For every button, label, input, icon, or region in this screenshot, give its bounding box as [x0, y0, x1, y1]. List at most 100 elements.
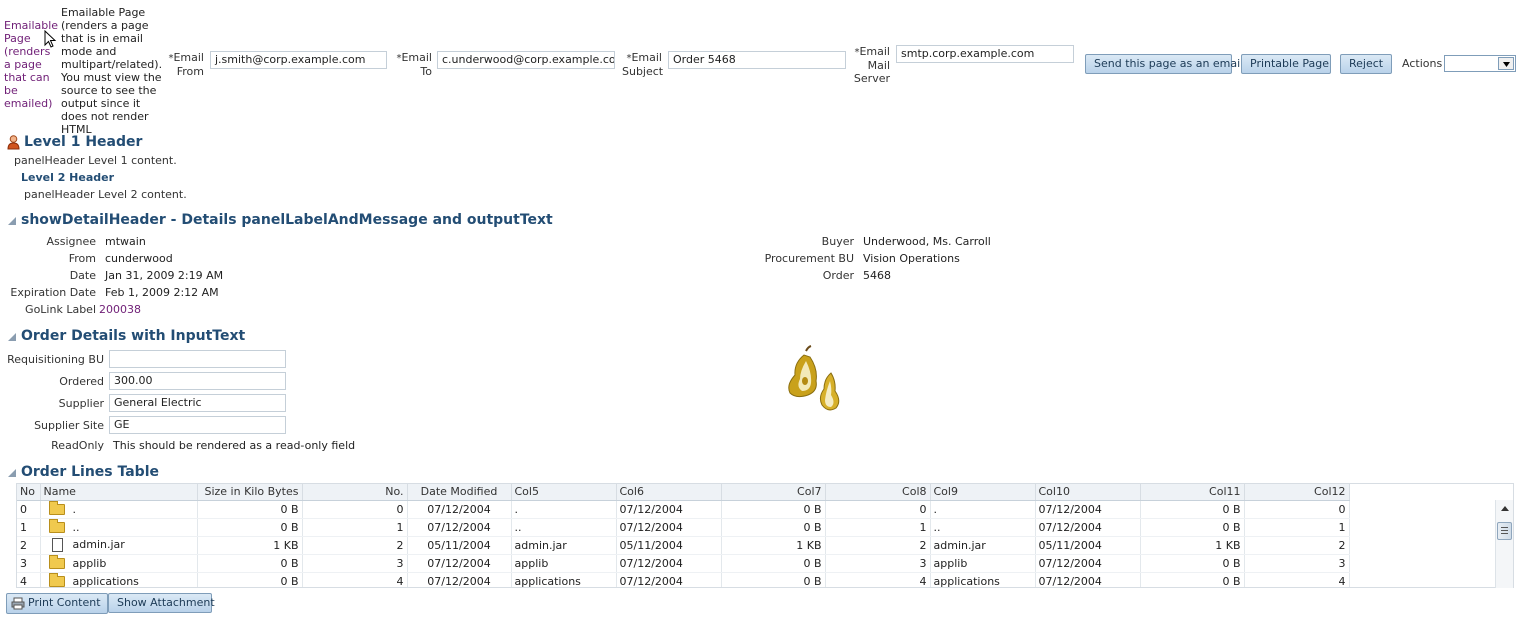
table-cell: 0 — [825, 500, 931, 519]
disclosure-triangle-icon[interactable] — [8, 217, 16, 225]
readonly-value: This should be rendered as a read-only f… — [113, 439, 356, 452]
column-header[interactable]: Col10 — [1035, 484, 1141, 501]
show-attachment-button[interactable]: Show Attachment — [108, 593, 215, 613]
column-header[interactable]: Col12 — [1244, 484, 1350, 501]
chevron-down-icon[interactable] — [1498, 57, 1514, 70]
assignee-value: mtwain — [105, 235, 146, 248]
email-server-label: *Email Mail Server — [853, 45, 890, 85]
column-header[interactable]: Col5 — [511, 484, 617, 501]
file-name: applications — [72, 574, 139, 588]
table-row[interactable]: 3 applib 0 B 3 07/12/2004 applib 07/12/2004 0 B… — [17, 554, 1350, 573]
table-cell: .. — [930, 518, 1036, 537]
date-value: Jan 31, 2009 2:19 AM — [105, 269, 224, 282]
table-cell: applib — [511, 554, 617, 573]
scroll-up-arrow-icon[interactable] — [1500, 504, 1510, 512]
table-cell: 07/12/2004 — [1035, 518, 1141, 537]
table-cell: 0 B — [721, 500, 826, 519]
table-cell: 05/11/2004 — [616, 536, 722, 555]
requisitioning-bu-label: Requisitioning BU — [7, 353, 104, 366]
supplier-site-field[interactable]: GE — [109, 416, 286, 434]
file-name: .. — [72, 520, 80, 534]
scroll-thumb[interactable] — [1497, 522, 1512, 540]
ordered-field[interactable]: 300.00 — [109, 372, 286, 390]
table-cell: 07/12/2004 — [616, 572, 722, 587]
order-lines-title[interactable]: Order Lines Table — [21, 464, 159, 480]
table-cell: 0 B — [197, 518, 303, 537]
table-cell: 3 — [825, 554, 931, 573]
actions-select[interactable] — [1444, 55, 1516, 72]
table-cell: 3 — [302, 554, 408, 573]
email-server-field[interactable]: smtp.corp.example.com — [896, 45, 1074, 63]
email-subject-label: *Email Subject — [622, 51, 664, 78]
folder-icon — [48, 573, 65, 587]
disclosure-triangle-icon[interactable] — [8, 333, 16, 341]
level2-content: panelHeader Level 2 content. — [24, 188, 187, 201]
expiration-date-value: Feb 1, 2009 2:12 AM — [105, 286, 219, 299]
procurement-bu-label: Procurement BU — [764, 252, 854, 265]
column-header[interactable]: No — [17, 484, 41, 501]
printable-page-button[interactable]: Printable Page — [1241, 54, 1331, 74]
table-cell: 07/12/2004 — [407, 518, 512, 537]
printer-icon — [11, 597, 25, 609]
table-cell: 4 — [825, 572, 931, 587]
email-to-field[interactable]: c.underwood@corp.example.com — [437, 51, 615, 69]
column-header[interactable]: Date Modified — [407, 484, 512, 501]
actions-label: Actions — [1402, 57, 1443, 70]
table-cell: 0 B — [1140, 554, 1245, 573]
email-from-field[interactable]: j.smith@corp.example.com — [210, 51, 387, 69]
file-name: admin.jar — [72, 538, 125, 551]
column-header[interactable]: No. — [302, 484, 408, 501]
table-row[interactable]: 1.. 0 B 1 07/12/2004.. 07/12/2004 0 B 1.. 07/12… — [17, 518, 1350, 537]
mouse-cursor-icon — [44, 30, 57, 48]
table-cell: 07/12/2004 — [407, 572, 512, 587]
readonly-label: ReadOnly — [51, 439, 104, 452]
column-header[interactable]: Col8 — [825, 484, 931, 501]
reject-button[interactable]: Reject — [1340, 54, 1392, 74]
table-cell: . — [511, 500, 617, 519]
level1-content: panelHeader Level 1 content. — [14, 154, 177, 167]
table-cell: 2 — [1244, 536, 1350, 555]
table-header-row: No Name Size in Kilo Bytes No. Date Modi… — [17, 484, 1350, 501]
table-cell: 0 B — [721, 518, 826, 537]
table-cell: 1 KB — [721, 536, 826, 555]
column-header[interactable]: Size in Kilo Bytes — [197, 484, 303, 501]
from-value: cunderwood — [105, 252, 173, 265]
table-cell: 07/12/2004 — [616, 500, 722, 519]
email-subject-field[interactable]: Order 5468 — [668, 51, 846, 69]
folder-icon — [48, 519, 65, 533]
table-cell: 07/12/2004 — [616, 554, 722, 573]
table-row[interactable]: 4 applications 0 B 4 07/12/2004 applications 0… — [17, 572, 1350, 588]
golink-value[interactable]: 200038 — [99, 303, 141, 316]
table-cell: 07/12/2004 — [1035, 500, 1141, 519]
column-header[interactable]: Name — [40, 484, 198, 501]
table-cell: 0 B — [721, 554, 826, 573]
supplier-label: Supplier — [58, 397, 104, 410]
print-content-button[interactable]: Print Content — [6, 593, 108, 614]
procurement-bu-value: Vision Operations — [863, 252, 960, 265]
user-icon — [7, 135, 20, 150]
column-header[interactable]: Col6 — [616, 484, 722, 501]
send-email-button[interactable]: Send this page as an email — [1085, 54, 1243, 74]
supplier-field[interactable]: General Electric — [109, 394, 286, 412]
column-header[interactable]: Col9 — [930, 484, 1036, 501]
table-cell: 07/12/2004 — [407, 500, 512, 519]
details-section-title[interactable]: showDetailHeader - Details panelLabelAnd… — [21, 212, 553, 228]
table-row[interactable]: 2 admin.jar 1 KB 2 05/11/2004 admin.jar 05/11/… — [17, 536, 1350, 555]
print-content-label: Print Content — [28, 596, 101, 609]
supplier-site-label: Supplier Site — [34, 419, 104, 432]
table-vertical-scrollbar[interactable] — [1495, 500, 1513, 588]
column-header[interactable]: Col11 — [1140, 484, 1245, 501]
column-header[interactable]: Col7 — [721, 484, 826, 501]
table-cell: 3 — [1244, 554, 1350, 573]
buyer-label: Buyer — [821, 235, 854, 248]
assignee-label: Assignee — [46, 235, 96, 248]
table-cell: . — [930, 500, 1036, 519]
table-cell: 0 B — [197, 500, 303, 519]
requisitioning-bu-field[interactable] — [109, 350, 286, 368]
table-row[interactable]: 0.0 B 0 07/12/2004. 07/12/2004 0 B 0. 07/12/20… — [17, 500, 1350, 519]
from-label: From — [68, 252, 96, 265]
order-details-title[interactable]: Order Details with InputText — [21, 328, 245, 344]
table-cell: 4 — [1244, 572, 1350, 587]
disclosure-triangle-icon[interactable] — [8, 469, 16, 477]
order-label: Order — [822, 269, 854, 282]
